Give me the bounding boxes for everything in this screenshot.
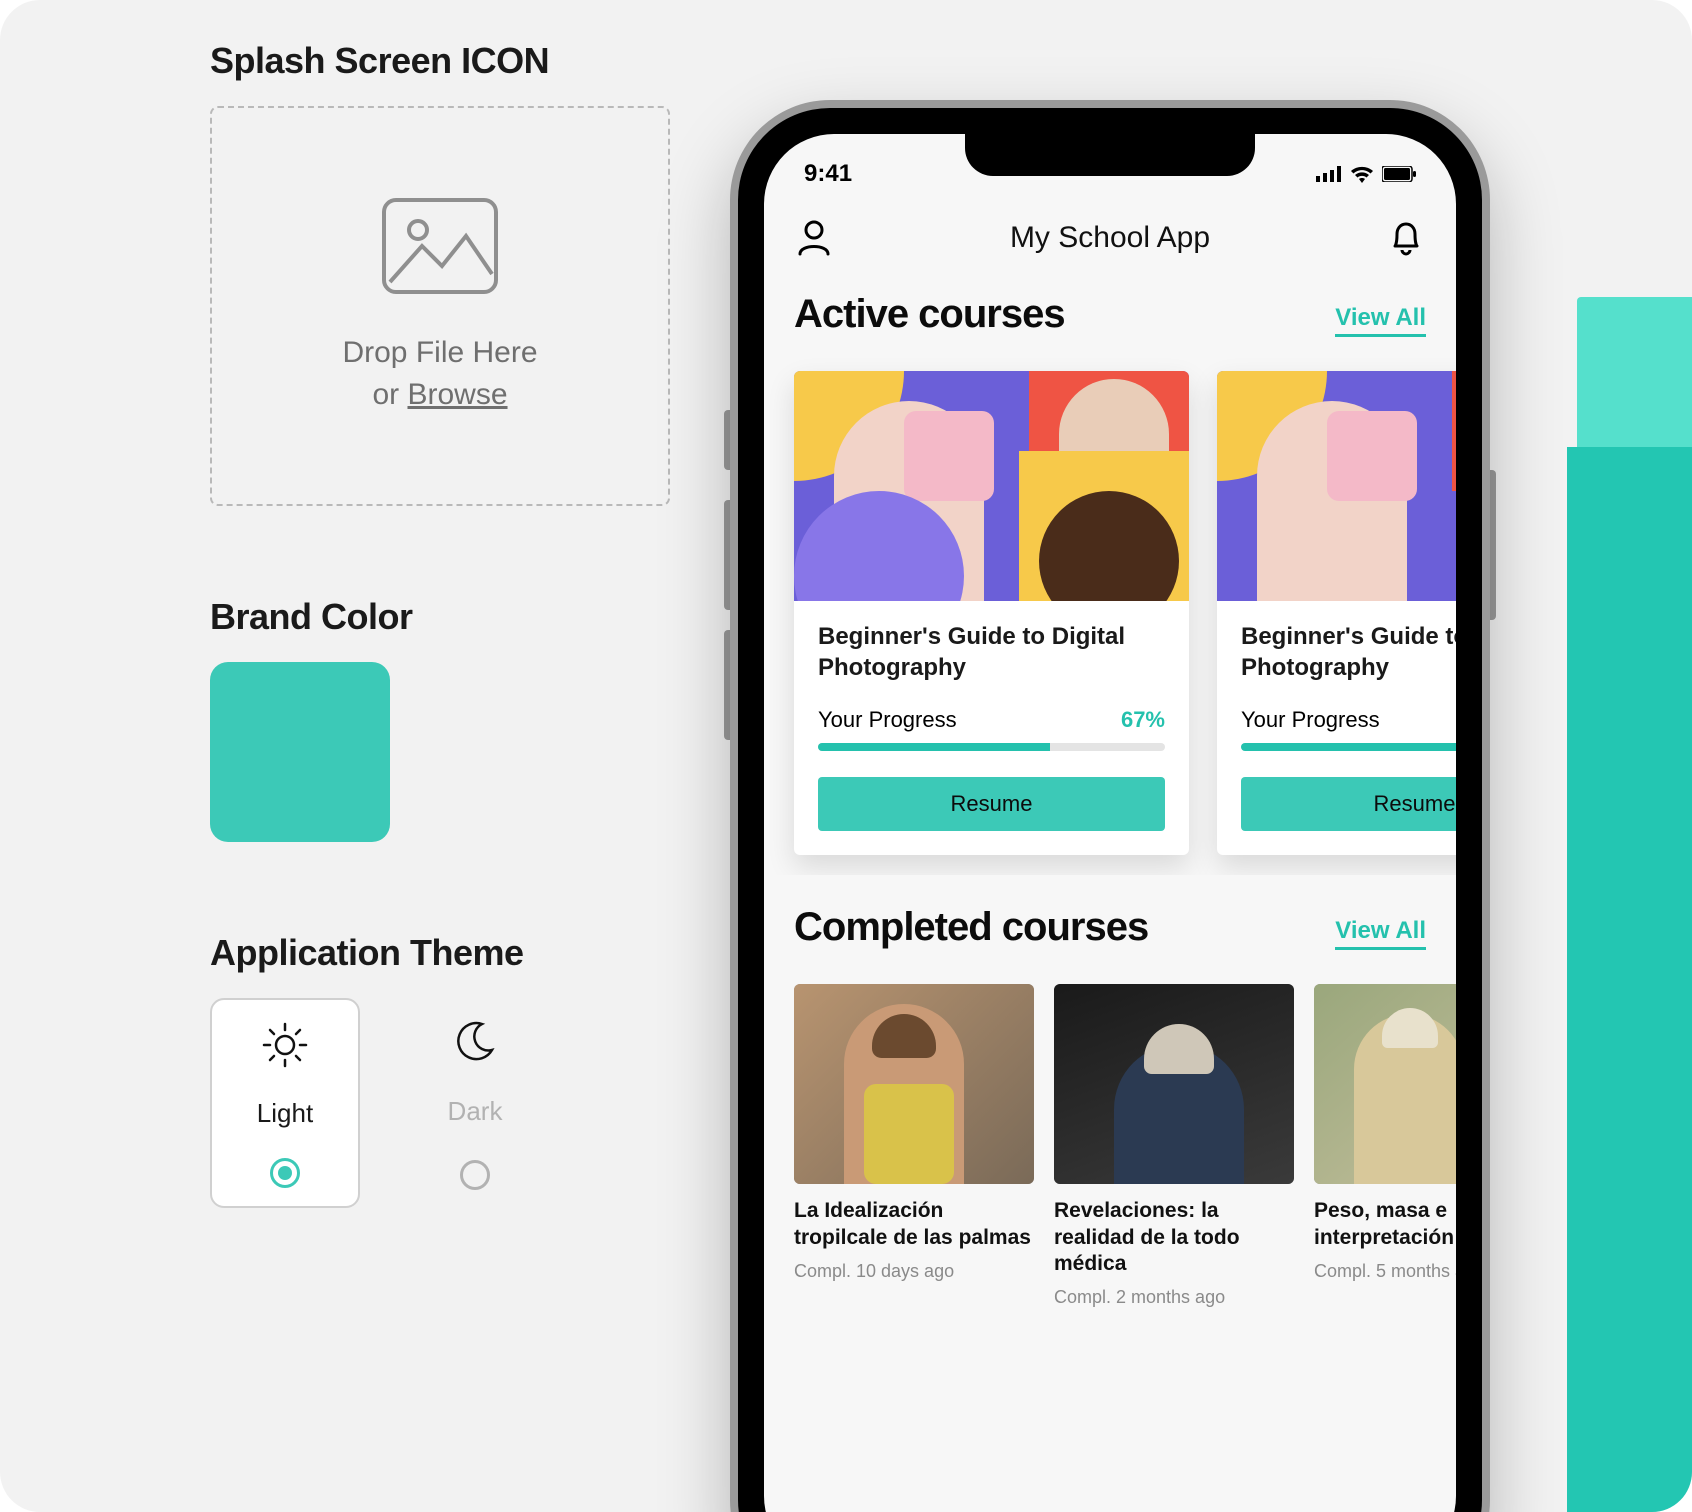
image-icon — [380, 196, 500, 296]
battery-icon — [1382, 166, 1416, 182]
user-icon — [797, 220, 831, 256]
backdrop-accent — [1567, 447, 1692, 1512]
bell-icon — [1389, 220, 1423, 256]
completed-section-header: Completed courses View All — [764, 875, 1456, 958]
design-canvas: Splash Screen ICON Drop File Here or Bro… — [0, 0, 1692, 1512]
theme-dark-radio[interactable] — [460, 1160, 490, 1190]
theme-option-light[interactable]: Light — [210, 998, 360, 1208]
active-section-header: Active courses View All — [764, 278, 1456, 345]
theme-section-title: Application Theme — [210, 932, 670, 974]
phone-power-button — [1490, 470, 1496, 620]
resume-button[interactable]: Resume — [1241, 777, 1456, 831]
course-image — [794, 371, 1189, 601]
completed-meta: Compl. 5 months ago — [1314, 1261, 1456, 1282]
notifications-button[interactable] — [1386, 218, 1426, 258]
progress-label: Your Progress — [1241, 707, 1380, 733]
completed-title: Revelaciones: la realidad de la todo méd… — [1054, 1198, 1294, 1277]
phone-notch — [965, 134, 1255, 176]
wifi-icon — [1350, 165, 1374, 183]
course-image — [1217, 371, 1456, 601]
dropzone-line1: Drop File Here — [342, 336, 537, 369]
active-courses-scroll[interactable]: Beginner's Guide to Digital Photography … — [764, 345, 1456, 875]
app-header: My School App — [764, 194, 1456, 278]
active-view-all-link[interactable]: View All — [1335, 304, 1426, 337]
completed-title: La Idealización tropilcale de las palmas — [794, 1198, 1034, 1251]
app-title: My School App — [1010, 221, 1210, 255]
progress-bar — [1241, 743, 1456, 751]
theme-light-label: Light — [257, 1098, 313, 1129]
phone-mockup: 9:41 My School App — [730, 100, 1490, 1512]
progress-percent: 67% — [1121, 707, 1165, 733]
completed-meta: Compl. 2 months ago — [1054, 1287, 1294, 1308]
completed-meta: Compl. 10 days ago — [794, 1261, 1034, 1282]
profile-button[interactable] — [794, 218, 834, 258]
splash-section-title: Splash Screen ICON — [210, 40, 670, 82]
cellular-icon — [1316, 166, 1342, 182]
completed-card[interactable]: Peso, masa e interpretación Compl. 5 mon… — [1314, 984, 1456, 1308]
status-time: 9:41 — [804, 160, 852, 188]
sun-icon — [262, 1022, 308, 1068]
splash-dropzone[interactable]: Drop File Here or Browse — [210, 106, 670, 506]
completed-thumb — [1054, 984, 1294, 1184]
phone-screen: 9:41 My School App — [764, 134, 1456, 1512]
course-card[interactable]: Beginner's Guide to Digital Photography … — [1217, 371, 1456, 855]
moon-icon — [454, 1020, 496, 1062]
theme-dark-label: Dark — [448, 1096, 503, 1127]
completed-courses-scroll[interactable]: La Idealización tropilcale de las palmas… — [764, 958, 1456, 1308]
config-panel: Splash Screen ICON Drop File Here or Bro… — [210, 40, 670, 1208]
resume-button[interactable]: Resume — [818, 777, 1165, 831]
theme-option-dark[interactable]: Dark — [400, 998, 550, 1208]
dropzone-line2-prefix: or — [372, 378, 407, 411]
brand-color-swatch[interactable] — [210, 662, 390, 842]
completed-card[interactable]: Revelaciones: la realidad de la todo méd… — [1054, 984, 1294, 1308]
course-title: Beginner's Guide to Digital Photography — [818, 621, 1165, 683]
progress-label: Your Progress — [818, 707, 957, 733]
completed-title: Peso, masa e interpretación — [1314, 1198, 1456, 1251]
theme-options: Light Dark — [210, 998, 670, 1208]
theme-light-radio[interactable] — [270, 1158, 300, 1188]
browse-link[interactable]: Browse — [407, 378, 507, 411]
completed-card[interactable]: La Idealización tropilcale de las palmas… — [794, 984, 1034, 1308]
brand-section-title: Brand Color — [210, 596, 670, 638]
course-title: Beginner's Guide to Digital Photography — [1241, 621, 1456, 683]
completed-heading: Completed courses — [794, 905, 1148, 950]
active-heading: Active courses — [794, 292, 1065, 337]
dropzone-text: Drop File Here or Browse — [342, 332, 537, 416]
backdrop-accent-top — [1577, 297, 1692, 447]
course-card[interactable]: Beginner's Guide to Digital Photography … — [794, 371, 1189, 855]
completed-thumb — [1314, 984, 1456, 1184]
completed-thumb — [794, 984, 1034, 1184]
progress-bar — [818, 743, 1165, 751]
completed-view-all-link[interactable]: View All — [1335, 917, 1426, 950]
